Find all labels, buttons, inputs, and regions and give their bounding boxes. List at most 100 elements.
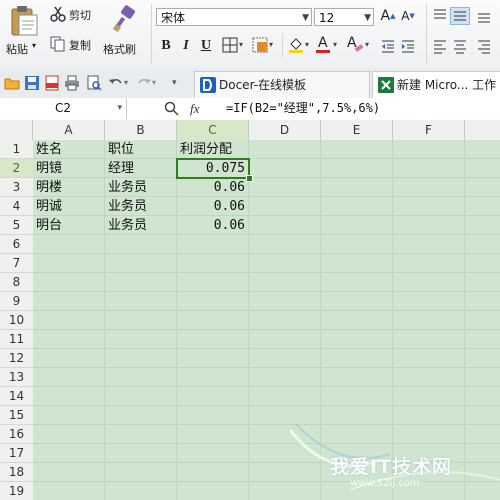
- cell-c5[interactable]: 0.06: [177, 216, 249, 235]
- insert-function-button[interactable]: fx: [190, 99, 210, 119]
- paint-bucket-icon: [289, 38, 303, 53]
- font-name-value: 宋体: [161, 11, 186, 25]
- row-header-4[interactable]: 4: [0, 197, 33, 216]
- spreadsheet-app: 粘贴 ▾ 剪切 复制 格式刷 宋体 ▼ 12 ▼ A▲ A▼ B I U ▾ ▾…: [0, 0, 500, 500]
- print-button[interactable]: [64, 75, 80, 91]
- format-painter-button[interactable]: 格式刷: [102, 3, 148, 63]
- row-header-5[interactable]: 5: [0, 216, 33, 235]
- borders-button[interactable]: ▾: [222, 37, 248, 55]
- font-color-button[interactable]: A ▾: [316, 35, 342, 55]
- cell-a3[interactable]: 明楼: [33, 178, 105, 197]
- cell-b1[interactable]: 职位: [105, 140, 177, 159]
- align-right-button[interactable]: [476, 38, 492, 54]
- italic-button[interactable]: I: [178, 38, 194, 54]
- row-header-11[interactable]: 11: [0, 330, 33, 349]
- search-function-button[interactable]: [164, 101, 180, 117]
- decrease-indent-button[interactable]: [380, 38, 396, 54]
- column-header-a[interactable]: A: [33, 120, 105, 140]
- fill-handle[interactable]: [246, 175, 253, 182]
- formula-input[interactable]: =IF(B2="经理",7.5%,6%): [226, 98, 380, 119]
- column-header-e[interactable]: E: [321, 120, 393, 140]
- cell-a5[interactable]: 明台: [33, 216, 105, 235]
- tab-workbook[interactable]: 新建 Micro... 工作: [372, 71, 500, 98]
- cell-b5[interactable]: 业务员: [105, 216, 177, 235]
- save-button[interactable]: [24, 75, 40, 91]
- print-preview-icon: [87, 75, 102, 91]
- row-header-7[interactable]: 7: [0, 254, 33, 273]
- column-header-g[interactable]: G: [465, 120, 500, 140]
- row-header-1[interactable]: 1: [0, 140, 33, 159]
- row-gridline: [33, 253, 500, 254]
- row-header-14[interactable]: 14: [0, 387, 33, 406]
- cell-b3[interactable]: 业务员: [105, 178, 177, 197]
- row-header-18[interactable]: 18: [0, 463, 33, 482]
- cell-style-button[interactable]: ▾: [252, 37, 278, 55]
- cut-button[interactable]: 剪切: [50, 6, 100, 24]
- cell-c3[interactable]: 0.06: [177, 178, 249, 197]
- chevron-down-icon: ▾: [152, 78, 157, 87]
- align-top-button[interactable]: [432, 8, 448, 24]
- row-gridline: [33, 291, 500, 292]
- row-header-12[interactable]: 12: [0, 349, 33, 368]
- cell-c1[interactable]: 利润分配: [177, 140, 257, 159]
- align-middle-button[interactable]: [450, 7, 470, 25]
- select-all-corner[interactable]: [0, 120, 33, 140]
- cell-a2[interactable]: 明镜: [33, 159, 105, 178]
- indent-icon: [402, 40, 414, 53]
- underline-button[interactable]: U: [198, 38, 214, 54]
- grow-font-button[interactable]: A▲: [380, 8, 396, 24]
- cell-c2[interactable]: 0.075: [177, 159, 249, 178]
- scissors-icon: [50, 6, 66, 22]
- row-header-15[interactable]: 15: [0, 406, 33, 425]
- row-header-19[interactable]: 19: [0, 482, 33, 500]
- name-box[interactable]: C2 ▾: [0, 98, 127, 119]
- export-pdf-button[interactable]: [44, 75, 60, 91]
- undo-button[interactable]: [108, 75, 124, 91]
- fill-color-button[interactable]: ▾: [288, 37, 314, 55]
- font-size-value: 12: [319, 11, 335, 25]
- customize-toolbar-button[interactable]: ▾: [172, 75, 182, 91]
- tab-label: 新建 Micro... 工作: [397, 78, 497, 92]
- bold-button[interactable]: B: [158, 38, 174, 54]
- open-folder-button[interactable]: [4, 75, 20, 91]
- row-header-8[interactable]: 8: [0, 273, 33, 292]
- watermark-url: www.52ij.com: [350, 478, 420, 489]
- pdf-icon: [45, 75, 59, 91]
- font-color-swatch: [316, 50, 330, 53]
- chevron-down-icon: ▾: [172, 78, 177, 88]
- redo-button[interactable]: [136, 75, 152, 91]
- cell-b2[interactable]: 经理: [105, 159, 177, 178]
- align-left-button[interactable]: [432, 38, 448, 54]
- row-header-3[interactable]: 3: [0, 178, 33, 197]
- cell-b4[interactable]: 业务员: [105, 197, 177, 216]
- row-header-17[interactable]: 17: [0, 444, 33, 463]
- row-header-13[interactable]: 13: [0, 368, 33, 387]
- cell-a1[interactable]: 姓名: [33, 140, 105, 159]
- formula-bar: C2 ▾ fx =IF(B2="经理",7.5%,6%): [0, 98, 500, 121]
- eraser-icon: [354, 44, 364, 52]
- paste-button[interactable]: 粘贴 ▾: [4, 3, 44, 63]
- row-header-6[interactable]: 6: [0, 235, 33, 254]
- column-header-f[interactable]: F: [393, 120, 465, 140]
- row-header-16[interactable]: 16: [0, 425, 33, 444]
- undo-dropdown[interactable]: ▾: [124, 75, 132, 91]
- increase-indent-button[interactable]: [400, 38, 416, 54]
- row-header-10[interactable]: 10: [0, 311, 33, 330]
- column-header-b[interactable]: B: [105, 120, 177, 140]
- shrink-font-button[interactable]: A▼: [400, 8, 416, 24]
- column-header-d[interactable]: D: [249, 120, 321, 140]
- clear-format-button[interactable]: A ▾: [346, 35, 372, 55]
- redo-dropdown[interactable]: ▾: [152, 75, 160, 91]
- tab-docer[interactable]: Docer-在线模板: [194, 71, 370, 98]
- cell-c4[interactable]: 0.06: [177, 197, 249, 216]
- row-header-9[interactable]: 9: [0, 292, 33, 311]
- font-name-select[interactable]: 宋体 ▼: [156, 8, 312, 26]
- row-header-2[interactable]: 2: [0, 159, 33, 178]
- align-center-button[interactable]: [452, 38, 468, 54]
- align-bottom-button[interactable]: [476, 8, 492, 24]
- copy-button[interactable]: 复制: [50, 36, 100, 54]
- cell-a4[interactable]: 明诚: [33, 197, 105, 216]
- print-preview-button[interactable]: [86, 75, 102, 91]
- column-header-c[interactable]: C: [177, 120, 249, 140]
- font-size-select[interactable]: 12 ▼: [314, 8, 374, 26]
